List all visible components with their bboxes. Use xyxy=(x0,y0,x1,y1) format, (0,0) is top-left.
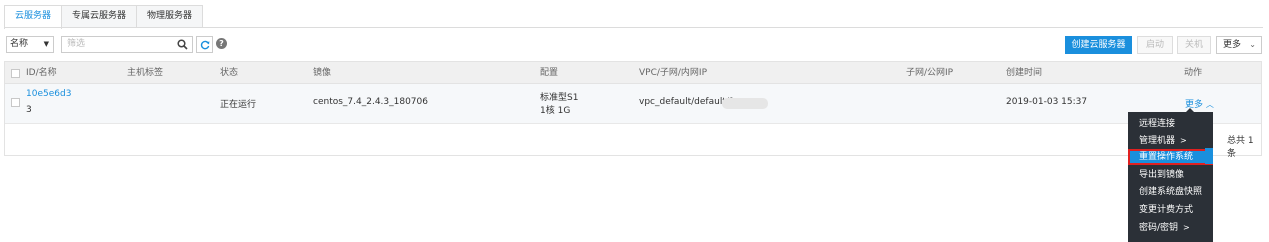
tab-cloud-servers[interactable]: 云服务器 xyxy=(4,5,63,29)
create-server-button[interactable]: 创建云服务器 xyxy=(1065,36,1132,54)
filter-input[interactable]: 筛选 xyxy=(61,36,193,53)
row-checkbox[interactable] xyxy=(11,98,20,107)
filter-field-select[interactable]: 名称 ▼ xyxy=(6,36,54,53)
more-actions-label: 更多 xyxy=(1223,40,1242,50)
server-config-spec: 1核 1G xyxy=(540,106,571,116)
tab-physical-servers[interactable]: 物理服务器 xyxy=(136,5,204,28)
tab-dedicated-servers[interactable]: 专属云服务器 xyxy=(61,5,138,28)
server-status: 正在运行 xyxy=(220,100,257,110)
chevron-up-icon: ︿ xyxy=(1205,100,1214,109)
table-row: 10e5e6d3 3 正在运行 centos_7.4_2.4.3_180706 … xyxy=(5,84,1261,124)
server-name: 3 xyxy=(26,105,32,115)
select-all-checkbox[interactable] xyxy=(11,69,20,78)
total-count: 总共 1 条 xyxy=(1227,136,1254,159)
header-host-tag[interactable]: 主机标签 xyxy=(127,62,163,84)
row-actions-menu: 远程连接 管理机器 > 重置操作系统 导出到镜像 创建系统盘快照 变更计费方式 密… xyxy=(1128,112,1213,242)
submenu-highlight-edge xyxy=(1205,148,1213,164)
header-created-time[interactable]: 创建时间 xyxy=(1006,62,1042,84)
refresh-icon xyxy=(200,40,210,50)
server-type-tabs: 云服务器 专属云服务器 物理服务器 xyxy=(4,5,204,29)
server-created-time: 2019-01-03 15:37 xyxy=(1006,97,1088,107)
start-button[interactable]: 启动 xyxy=(1137,36,1173,54)
filter-field-label: 名称 xyxy=(10,39,29,49)
server-id-link[interactable]: 10e5e6d3 xyxy=(26,89,71,99)
server-vpc: vpc_default/default/1 xyxy=(639,97,735,107)
header-vpc-ip[interactable]: VPC/子网/内网IP xyxy=(639,62,707,84)
table-header: ID/名称 主机标签 状态 镜像 配置 VPC/子网/内网IP 子网/公网IP … xyxy=(5,62,1261,84)
menu-item-password-key[interactable]: 密码/密钥 > xyxy=(1128,220,1213,236)
caret-down-icon: ▼ xyxy=(43,40,49,48)
refresh-button[interactable] xyxy=(196,36,213,53)
menu-item-reset-os[interactable]: 重置操作系统 xyxy=(1128,149,1213,165)
header-id-name[interactable]: ID/名称 xyxy=(26,62,57,84)
chevron-down-icon: ⌄ xyxy=(1249,40,1256,49)
menu-item-remote-connect[interactable]: 远程连接 xyxy=(1128,116,1213,132)
header-image[interactable]: 镜像 xyxy=(313,62,331,84)
filter-placeholder: 筛选 xyxy=(67,39,86,49)
menu-item-change-billing[interactable]: 变更计费方式 xyxy=(1128,202,1213,218)
server-table: ID/名称 主机标签 状态 镜像 配置 VPC/子网/内网IP 子网/公网IP … xyxy=(4,61,1262,159)
header-actions: 动作 xyxy=(1184,68,1203,78)
shutdown-button[interactable]: 关机 xyxy=(1177,36,1211,54)
chevron-right-icon: > xyxy=(1180,136,1187,145)
more-actions-button[interactable]: 更多 ⌄ xyxy=(1216,36,1262,54)
header-status[interactable]: 状态 xyxy=(220,62,238,84)
chevron-right-icon: > xyxy=(1183,223,1190,232)
tabs-divider xyxy=(4,27,1263,28)
server-image: centos_7.4_2.4.3_180706 xyxy=(313,97,428,107)
search-icon[interactable] xyxy=(177,39,188,50)
help-icon[interactable]: ? xyxy=(216,38,227,49)
redacted-ip xyxy=(722,98,768,109)
server-config-type: 标准型S1 xyxy=(540,93,579,103)
menu-item-create-snapshot[interactable]: 创建系统盘快照 xyxy=(1128,184,1213,200)
menu-item-manage-machine-label: 管理机器 xyxy=(1139,136,1176,146)
menu-item-export-image[interactable]: 导出到镜像 xyxy=(1128,167,1213,183)
header-config[interactable]: 配置 xyxy=(540,62,558,84)
header-subnet-public-ip[interactable]: 子网/公网IP xyxy=(906,62,953,84)
menu-item-password-key-label: 密码/密钥 xyxy=(1139,223,1179,233)
menu-item-manage-machine[interactable]: 管理机器 > xyxy=(1128,133,1213,149)
